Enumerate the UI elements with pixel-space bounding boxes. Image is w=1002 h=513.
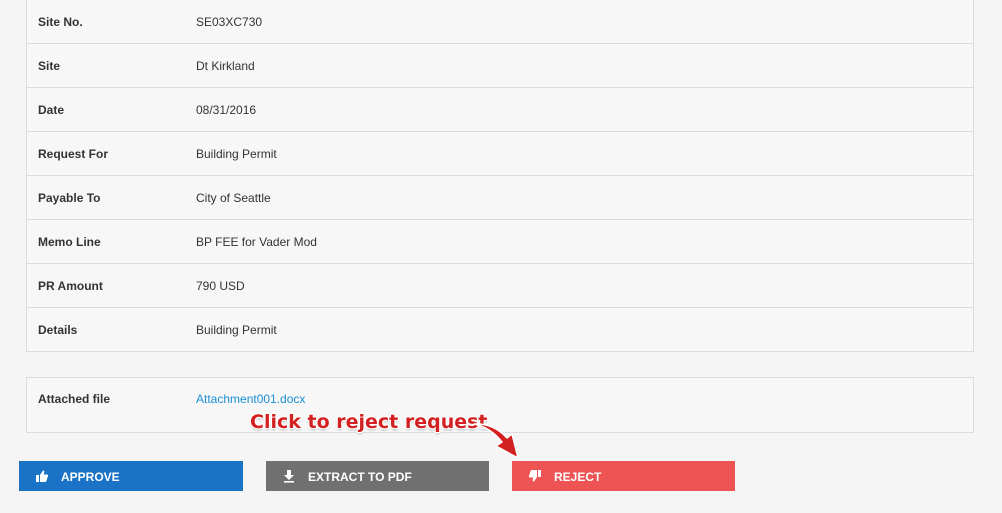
extract-label: EXTRACT TO PDF bbox=[308, 470, 412, 484]
detail-row-site: Site Dt Kirkland bbox=[27, 44, 973, 88]
detail-row-date: Date 08/31/2016 bbox=[27, 88, 973, 132]
annotation-arrow-icon bbox=[473, 423, 519, 459]
attachment-label: Attached file bbox=[38, 392, 111, 406]
detail-row-request-for: Request For Building Permit bbox=[27, 132, 973, 176]
approve-label: APPROVE bbox=[61, 470, 120, 484]
detail-label: Details bbox=[38, 323, 78, 337]
detail-label: Site bbox=[38, 58, 61, 73]
extract-to-pdf-button[interactable]: EXTRACT TO PDF bbox=[266, 461, 489, 491]
detail-value: City of Seattle bbox=[196, 190, 271, 205]
detail-row-payable-to: Payable To City of Seattle bbox=[27, 176, 973, 220]
reject-button[interactable]: REJECT bbox=[512, 461, 735, 491]
detail-label: Date bbox=[38, 102, 65, 117]
detail-value: Dt Kirkland bbox=[196, 58, 255, 73]
detail-row-pr-amount: PR Amount 790 USD bbox=[27, 264, 973, 308]
detail-label: PR Amount bbox=[38, 278, 103, 293]
approve-button[interactable]: APPROVE bbox=[19, 461, 243, 491]
reject-label: REJECT bbox=[554, 470, 602, 484]
page: Site No. SE03XC730 Site Dt Kirkland Date… bbox=[0, 0, 1002, 513]
detail-label: Payable To bbox=[38, 190, 101, 205]
reject-annotation: Click to reject request bbox=[250, 411, 488, 433]
detail-row-details: Details Building Permit bbox=[27, 308, 973, 352]
thumbs-down-icon bbox=[528, 470, 541, 482]
detail-value: SE03XC730 bbox=[196, 14, 263, 29]
detail-label: Site No. bbox=[38, 14, 83, 29]
attachment-link[interactable]: Attachment001.docx bbox=[196, 392, 305, 406]
detail-value: BP FEE for Vader Mod bbox=[196, 234, 317, 249]
detail-row-memo-line: Memo Line BP FEE for Vader Mod bbox=[27, 220, 973, 264]
detail-value: 790 USD bbox=[196, 278, 245, 293]
thumbs-up-icon bbox=[36, 470, 49, 482]
detail-row-site-no: Site No. SE03XC730 bbox=[27, 0, 973, 44]
detail-label: Request For bbox=[38, 146, 109, 161]
detail-label: Memo Line bbox=[38, 234, 101, 249]
detail-value: 08/31/2016 bbox=[196, 102, 257, 117]
detail-value: Building Permit bbox=[196, 323, 277, 337]
details-table: Site No. SE03XC730 Site Dt Kirkland Date… bbox=[26, 0, 974, 352]
detail-value: Building Permit bbox=[196, 146, 277, 161]
download-icon bbox=[284, 470, 294, 483]
